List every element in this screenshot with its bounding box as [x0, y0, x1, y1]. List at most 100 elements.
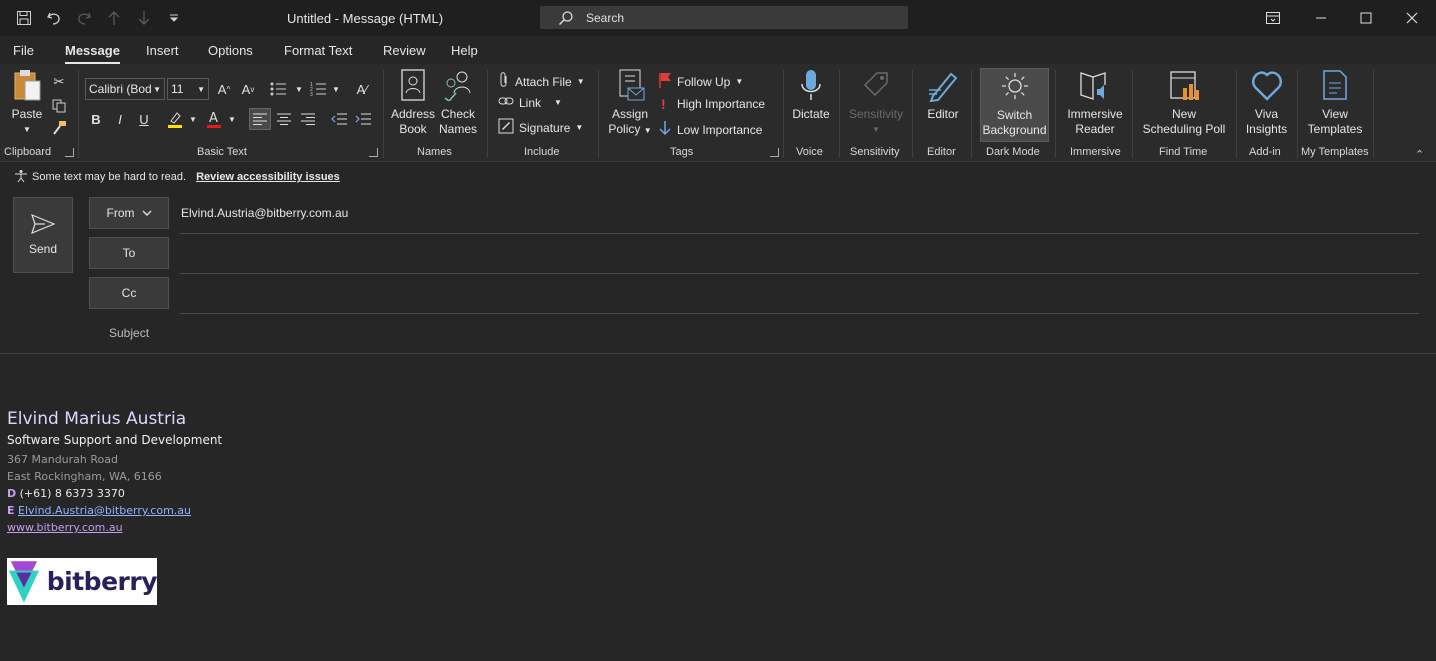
assign-policy-button[interactable]: Assign Policy ▼ [606, 68, 654, 138]
decrease-indent-icon[interactable] [329, 109, 349, 129]
send-icon [31, 214, 55, 234]
search-box[interactable]: Search [540, 6, 908, 29]
grow-font-icon[interactable]: A ^ [214, 79, 234, 99]
tab-format-text[interactable]: Format Text [284, 43, 352, 58]
chevron-down-icon[interactable]: ▼ [326, 79, 346, 99]
email-link[interactable]: Elvind.Austria@bitberry.com.au [18, 504, 191, 517]
high-importance-button[interactable]: ! High Importance [661, 96, 765, 112]
tab-insert[interactable]: Insert [146, 43, 179, 58]
highlight-icon[interactable] [165, 109, 185, 129]
clipboard-launcher-icon[interactable] [65, 148, 74, 157]
group-label-tags: Tags [670, 146, 694, 158]
increase-indent-icon[interactable] [353, 109, 373, 129]
review-accessibility-link[interactable]: Review accessibility issues [196, 171, 340, 183]
cut-icon[interactable]: ✂ [49, 72, 69, 92]
switch-background-label-1: Switch [996, 108, 1033, 122]
minimize-button[interactable] [1298, 0, 1344, 36]
align-right-icon[interactable] [298, 109, 318, 129]
from-divider [180, 233, 1419, 234]
maximize-button[interactable] [1343, 0, 1389, 36]
tab-help[interactable]: Help [451, 43, 478, 58]
cc-field[interactable] [180, 313, 1419, 314]
viva-insights-button[interactable]: Viva Insights [1244, 68, 1289, 137]
address-book-button[interactable]: Address Book [390, 68, 436, 137]
link-button[interactable]: Link ▼ [498, 95, 562, 110]
from-button[interactable]: From [89, 197, 169, 229]
save-icon[interactable] [14, 8, 34, 28]
switch-background-button[interactable]: Switch Background [980, 68, 1049, 142]
sensitivity-button[interactable]: Sensitivity ▼ [847, 68, 905, 137]
separator [78, 70, 79, 158]
high-importance-label: High Importance [677, 97, 766, 111]
font-color-icon[interactable]: A [204, 109, 224, 129]
from-value: Elvind.Austria@bitberry.com.au [181, 206, 349, 220]
check-names-button[interactable]: Check Names [436, 68, 480, 137]
arrow-down-icon[interactable] [134, 8, 154, 28]
group-label-my-templates: My Templates [1301, 146, 1369, 158]
website-link[interactable]: www.bitberry.com.au [7, 521, 222, 534]
bullets-icon[interactable] [268, 79, 288, 99]
redo-icon[interactable] [74, 8, 94, 28]
editor-button[interactable]: Editor [921, 68, 965, 122]
copy-icon[interactable] [49, 96, 69, 116]
dictate-button[interactable]: Dictate [789, 68, 833, 122]
undo-icon[interactable] [44, 8, 64, 28]
tab-message[interactable]: Message [65, 43, 120, 64]
italic-icon[interactable]: I [110, 109, 130, 129]
chevron-down-icon[interactable]: ▼ [183, 109, 203, 129]
send-button[interactable]: Send [13, 197, 73, 273]
templates-icon [1319, 68, 1351, 102]
close-button[interactable] [1389, 0, 1435, 36]
address-book-icon [397, 68, 429, 102]
signature-title: Software Support and Development [7, 433, 223, 447]
underline-icon[interactable]: U [134, 109, 154, 129]
align-center-icon[interactable] [274, 109, 294, 129]
customize-toolbar-icon[interactable] [164, 8, 184, 28]
tab-options[interactable]: Options [208, 43, 253, 58]
cc-button[interactable]: Cc [89, 277, 169, 309]
paste-button[interactable]: Paste ▼ [8, 68, 46, 137]
follow-up-button[interactable]: Follow Up ▼ [658, 72, 743, 91]
tab-file[interactable]: File [13, 43, 34, 58]
font-name-combo[interactable]: Calibri (Bod ▼ [85, 78, 165, 100]
group-label-basic-text: Basic Text [197, 146, 247, 158]
new-scheduling-poll-button[interactable]: New Scheduling Poll [1140, 68, 1228, 137]
signature-email: E Elvind.Austria@bitberry.com.au [7, 504, 222, 517]
numbering-icon[interactable]: 123 [308, 79, 328, 99]
font-name-value: Calibri (Bod [89, 82, 152, 96]
align-left-icon[interactable] [249, 108, 271, 130]
basic-text-launcher-icon[interactable] [369, 148, 378, 157]
format-painter-icon[interactable] [49, 118, 69, 138]
bold-icon[interactable]: B [86, 109, 106, 129]
ribbon-display-options-button[interactable] [1250, 0, 1296, 36]
signature-button[interactable]: Signature ▼ [498, 118, 583, 137]
attach-file-button[interactable]: Attach File ▼ [498, 72, 585, 91]
email-signature[interactable]: Elvind Marius Austria Software Support a… [7, 409, 222, 534]
high-importance-icon: ! [661, 96, 666, 112]
collapse-ribbon-icon[interactable]: ⌃ [1415, 148, 1424, 161]
to-field[interactable] [180, 273, 1419, 274]
signature-address-2: East Rockingham, WA, 6166 [7, 470, 162, 483]
scheduling-poll-icon [1168, 68, 1200, 102]
to-button[interactable]: To [89, 237, 169, 269]
ribbon: Paste ▼ ✂ Clipboard Calibri (Bod ▼ 11 ▼ … [0, 64, 1436, 162]
shrink-font-icon[interactable]: Av [238, 79, 258, 99]
check-names-icon [442, 68, 474, 102]
search-placeholder: Search [586, 10, 625, 25]
chevron-down-icon[interactable]: ▼ [289, 79, 309, 99]
separator [383, 70, 384, 158]
clear-formatting-icon[interactable]: A∕ [352, 79, 372, 99]
viva-insights-icon [1251, 68, 1283, 102]
view-templates-button[interactable]: View Templates [1305, 68, 1365, 137]
font-size-combo[interactable]: 11 ▼ [167, 78, 209, 100]
chevron-down-icon[interactable]: ▼ [222, 109, 242, 129]
tags-launcher-icon[interactable] [770, 148, 779, 157]
ribbon-tabs: File Message Insert Options Format Text … [0, 36, 1436, 64]
separator [1055, 70, 1056, 158]
tab-review[interactable]: Review [383, 43, 426, 58]
accessibility-notice: Some text may be hard to read. Review ac… [0, 165, 340, 189]
paperclip-icon [498, 72, 510, 91]
immersive-reader-button[interactable]: Immersive Reader [1064, 68, 1126, 137]
low-importance-button[interactable]: Low Importance [658, 120, 762, 139]
arrow-up-icon[interactable] [104, 8, 124, 28]
